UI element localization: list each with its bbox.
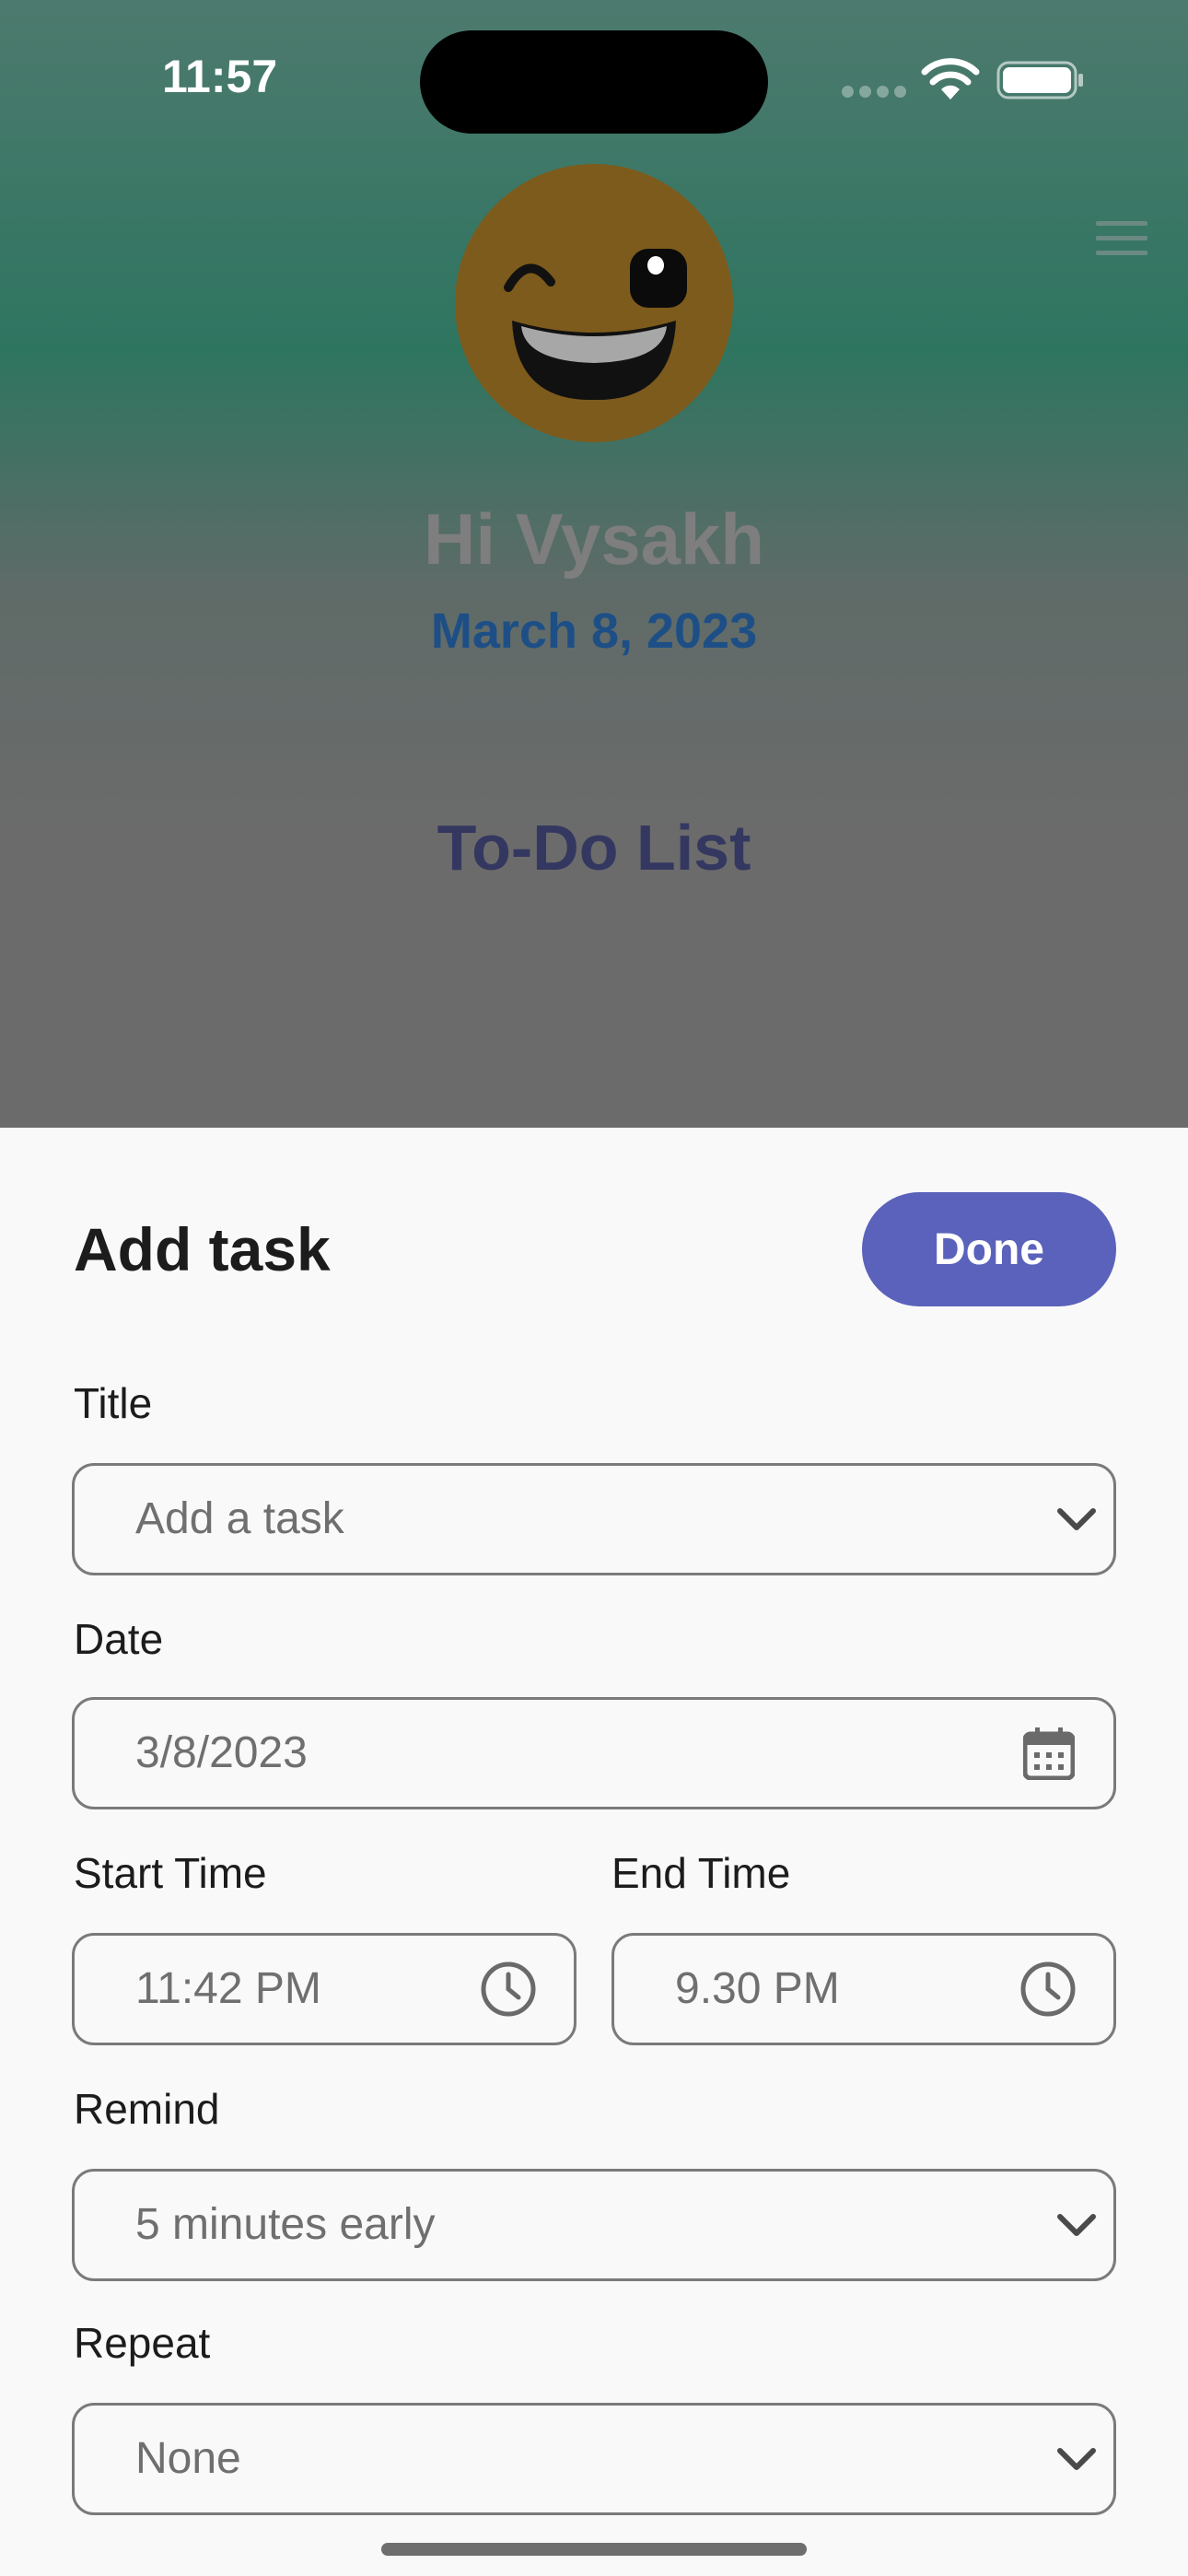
title-placeholder: Add a task <box>135 1494 344 1543</box>
title-label: Title <box>74 1379 153 1427</box>
title-input[interactable]: Add a task <box>72 1463 1116 1575</box>
cellular-signal-icon <box>842 86 906 99</box>
date-label: Date <box>74 1615 164 1663</box>
start-time-value: 11:42 PM <box>135 1964 321 2013</box>
hamburger-menu-icon[interactable] <box>1096 219 1147 258</box>
date-value: 3/8/2023 <box>135 1728 308 1777</box>
remind-select[interactable]: 5 minutes early <box>72 2169 1116 2281</box>
repeat-label: Repeat <box>74 2319 211 2367</box>
add-task-sheet: Add task Done Title Add a task Date 3/8/… <box>0 1128 1188 2576</box>
dynamic-island <box>420 30 768 134</box>
date-field[interactable]: 3/8/2023 <box>72 1697 1116 1809</box>
list-title: To-Do List <box>437 812 751 884</box>
done-button[interactable]: Done <box>862 1192 1116 1306</box>
end-time-label: End Time <box>611 1849 791 1897</box>
chevron-down-icon[interactable] <box>1056 1466 1097 1573</box>
chevron-down-icon[interactable] <box>1056 2172 1097 2278</box>
greeting-text: Hi Vysakh <box>424 498 764 580</box>
current-date: March 8, 2023 <box>430 603 758 659</box>
start-time-label: Start Time <box>74 1849 267 1897</box>
clock-icon[interactable] <box>480 1936 537 2043</box>
sheet-title: Add task <box>74 1215 331 1283</box>
end-time-field[interactable]: 9.30 PM <box>611 1933 1116 2045</box>
end-time-value: 9.30 PM <box>675 1964 840 2013</box>
repeat-select[interactable]: None <box>72 2403 1116 2515</box>
status-time: 11:57 <box>162 51 278 102</box>
remind-label: Remind <box>74 2085 220 2133</box>
repeat-value: None <box>135 2434 241 2483</box>
home-indicator[interactable] <box>381 2543 807 2556</box>
status-bar: 11:57 <box>0 0 1188 157</box>
start-time-field[interactable]: 11:42 PM <box>72 1933 577 2045</box>
remind-value: 5 minutes early <box>135 2200 436 2249</box>
avatar <box>455 164 733 442</box>
battery-icon <box>996 61 1083 100</box>
chevron-down-icon[interactable] <box>1056 2406 1097 2512</box>
calendar-icon[interactable] <box>1023 1700 1075 1807</box>
clock-icon[interactable] <box>1019 1936 1077 2043</box>
wifi-icon <box>921 58 980 100</box>
